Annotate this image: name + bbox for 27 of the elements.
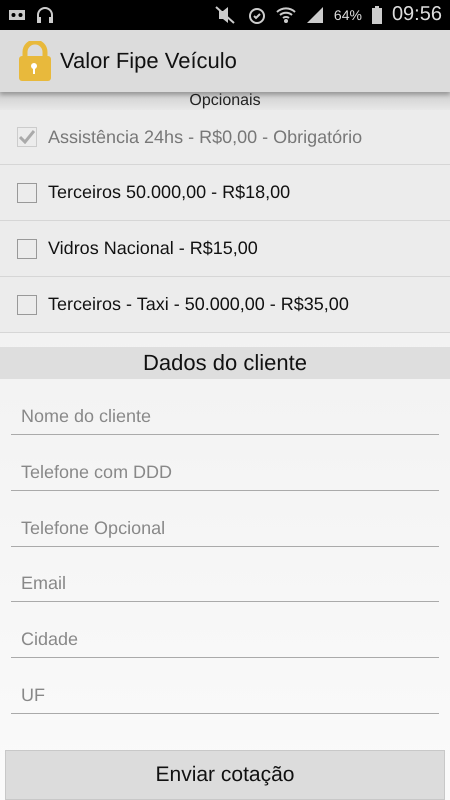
input-field[interactable]: Nome do cliente bbox=[11, 378, 439, 435]
headphones-icon bbox=[36, 6, 54, 24]
section-title: Opcionais bbox=[189, 92, 261, 110]
signal-icon bbox=[306, 6, 324, 24]
clock: 09:56 bbox=[392, 3, 442, 26]
option-label: Assistência 24hs - R$0,00 - Obrigatório bbox=[48, 126, 362, 148]
input-field[interactable]: Email bbox=[11, 546, 439, 602]
checkbox[interactable] bbox=[17, 238, 37, 259]
battery-percentage: 64% bbox=[334, 6, 362, 23]
option-label: Vidros Nacional - R$15,00 bbox=[48, 238, 258, 260]
submit-button[interactable]: Enviar cotação bbox=[5, 750, 445, 800]
app-title: Valor Fipe Veículo bbox=[60, 48, 237, 74]
input-field[interactable]: Cidade bbox=[11, 602, 439, 658]
battery-icon bbox=[372, 6, 382, 24]
section-title: Dados do cliente bbox=[143, 350, 307, 376]
checkbox[interactable] bbox=[17, 182, 37, 203]
alarm-icon bbox=[248, 6, 266, 24]
padlock-icon bbox=[18, 40, 52, 81]
input-field[interactable]: Telefone com DDD bbox=[11, 434, 439, 491]
option-label: Terceiros - Taxi - 50.000,00 - R$35,00 bbox=[48, 294, 349, 316]
input-field[interactable]: Telefone Opcional bbox=[11, 490, 439, 547]
checkbox[interactable] bbox=[17, 294, 37, 315]
input-field[interactable]: UF bbox=[11, 658, 439, 714]
voicemail-icon bbox=[8, 8, 26, 21]
wifi-icon bbox=[276, 6, 296, 24]
checkmark-icon bbox=[19, 130, 35, 144]
option-label: Terceiros 50.000,00 - R$18,00 bbox=[48, 182, 290, 204]
